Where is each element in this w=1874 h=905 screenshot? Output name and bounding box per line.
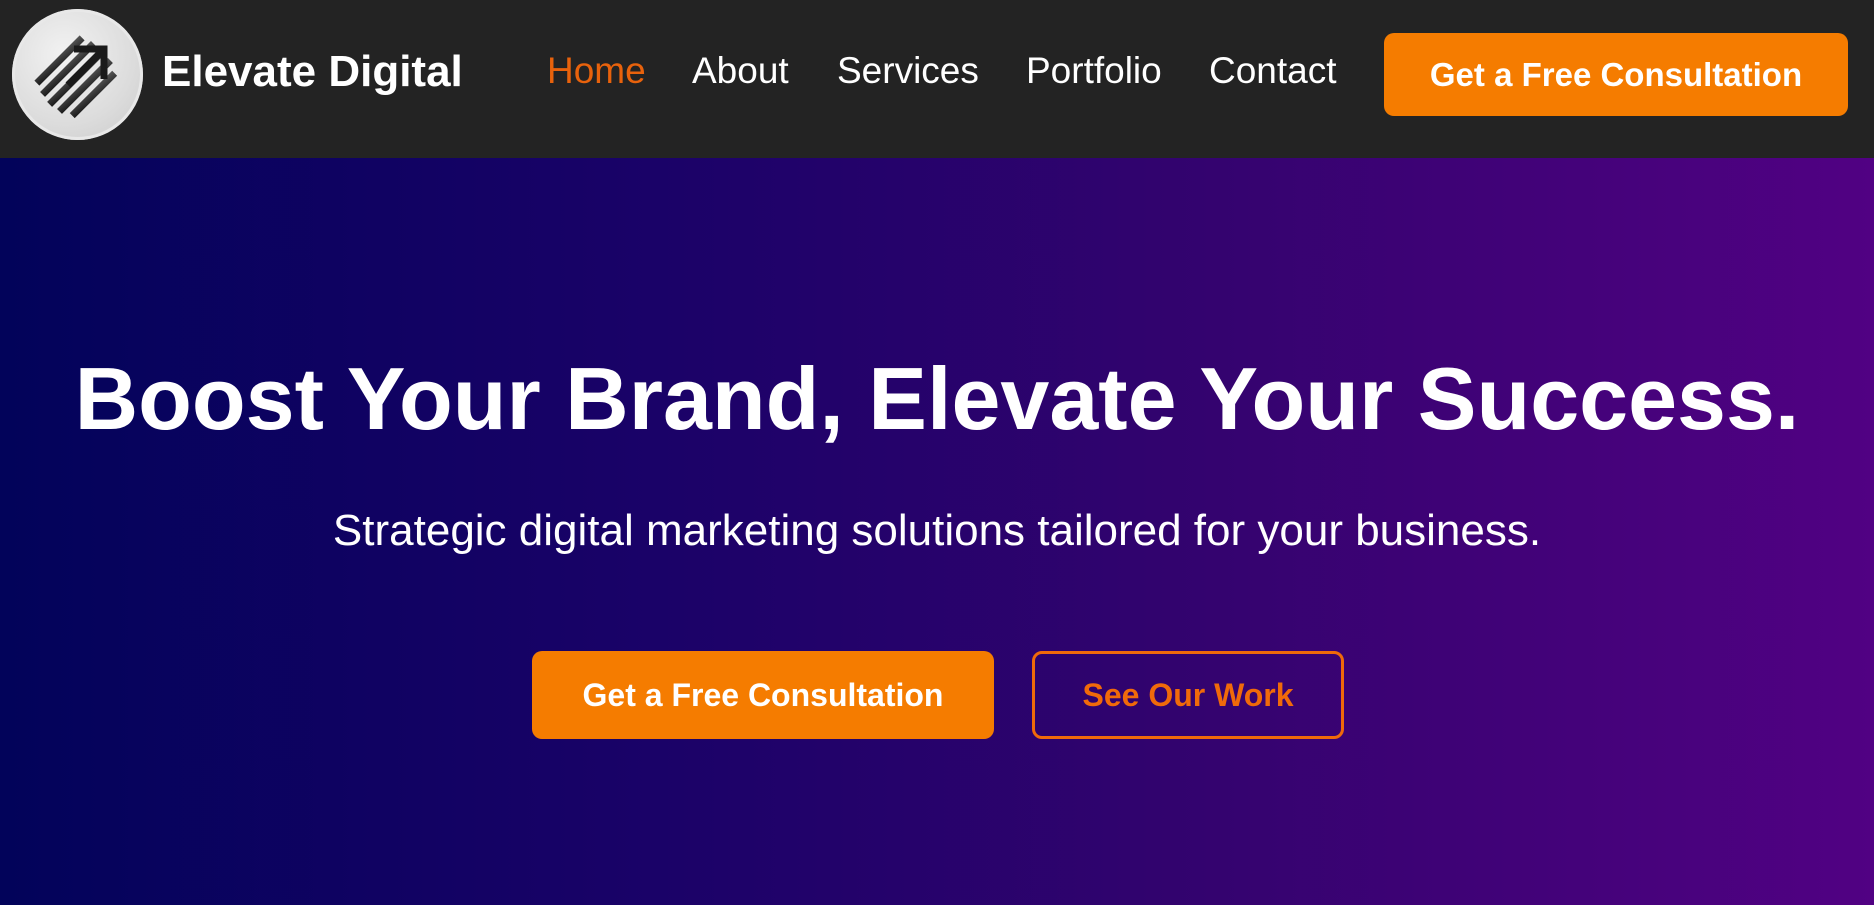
rising-arrow-stripes-icon — [34, 35, 118, 119]
site-header: Elevate Digital Home About Services Port… — [0, 0, 1874, 158]
hero-section: Boost Your Brand, Elevate Your Success. … — [0, 158, 1874, 905]
nav-link-home[interactable]: Home — [547, 50, 646, 92]
nav-link-portfolio[interactable]: Portfolio — [1026, 50, 1162, 92]
header-consultation-button[interactable]: Get a Free Consultation — [1384, 33, 1848, 116]
nav-link-services[interactable]: Services — [837, 50, 979, 92]
logo[interactable] — [12, 9, 143, 140]
hero-title: Boost Your Brand, Elevate Your Success. — [74, 349, 1800, 448]
hero-consultation-button[interactable]: Get a Free Consultation — [532, 651, 994, 739]
nav-link-contact[interactable]: Contact — [1209, 50, 1337, 92]
brand-name[interactable]: Elevate Digital — [162, 47, 463, 97]
hero-subtitle: Strategic digital marketing solutions ta… — [332, 506, 1542, 555]
see-our-work-button[interactable]: See Our Work — [1032, 651, 1344, 739]
nav-link-about[interactable]: About — [692, 50, 789, 92]
